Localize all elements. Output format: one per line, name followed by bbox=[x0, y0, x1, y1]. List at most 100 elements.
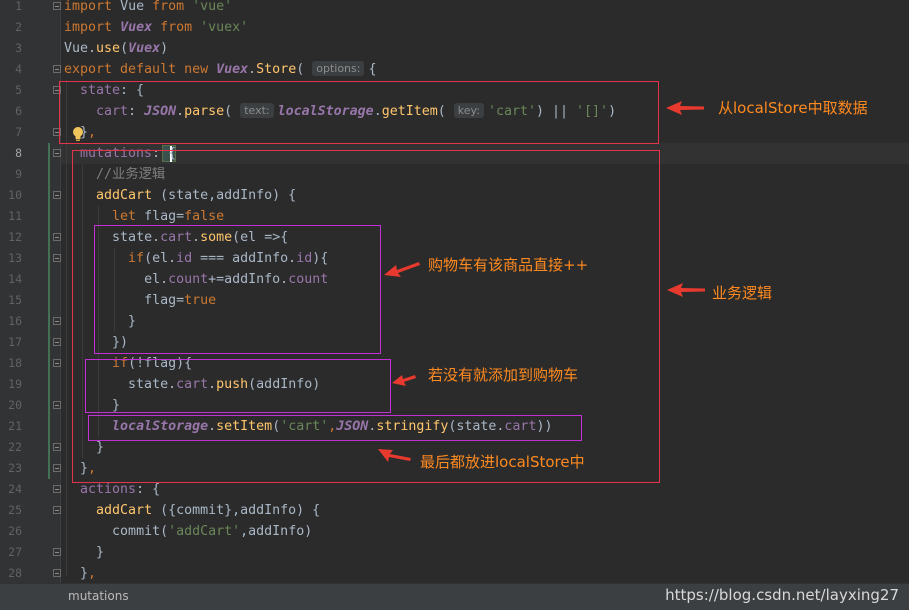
fold-toggle-icon[interactable] bbox=[53, 338, 61, 346]
line-number: 16 bbox=[8, 314, 22, 328]
push-annotation-box bbox=[85, 359, 391, 413]
token: ( bbox=[120, 41, 129, 56]
code-editor[interactable]: 1 2 3 4 5 6 7 8 9 10 11 12 13 14 15 16 1… bbox=[0, 0, 909, 583]
fold-toggle-icon[interactable] bbox=[53, 2, 61, 10]
setitem-annotation-box bbox=[88, 415, 582, 441]
token: Store bbox=[256, 62, 297, 77]
token: 'vue' bbox=[192, 0, 233, 14]
line-number-current: 8 bbox=[15, 146, 22, 160]
token: commit( bbox=[112, 524, 169, 539]
arrow-left-icon bbox=[378, 449, 411, 462]
token: ( bbox=[296, 62, 305, 77]
parameter-hint: options: bbox=[312, 61, 365, 76]
line-number: 13 bbox=[8, 251, 22, 265]
line-number: 12 bbox=[8, 230, 22, 244]
line-number: 22 bbox=[8, 440, 22, 454]
token: Vuex bbox=[216, 62, 249, 77]
fold-toggle-icon[interactable] bbox=[53, 443, 61, 451]
token: 'vuex' bbox=[200, 20, 249, 35]
code-line[interactable]: export default new Vuex.Store( options:{ bbox=[64, 59, 376, 80]
fold-toggle-icon[interactable] bbox=[53, 233, 61, 241]
line-number: 1 bbox=[15, 0, 22, 13]
arrow-left-icon bbox=[666, 101, 704, 115]
token: from bbox=[160, 20, 193, 35]
token: actions bbox=[80, 482, 137, 497]
token: Vue. bbox=[64, 41, 97, 56]
token: : { bbox=[136, 482, 161, 497]
code-line[interactable]: import Vue from 'vue' bbox=[64, 0, 232, 17]
fold-toggle-icon[interactable] bbox=[53, 317, 61, 325]
token: addCart bbox=[96, 503, 153, 518]
breadcrumb[interactable]: mutations bbox=[68, 589, 129, 603]
arrow-left-icon bbox=[384, 262, 420, 277]
token: ) bbox=[160, 41, 169, 56]
fold-toggle-icon[interactable] bbox=[53, 548, 61, 556]
annotation-text: 最后都放进localStore中 bbox=[420, 453, 585, 471]
token: Vue bbox=[120, 0, 145, 14]
annotation-text: 业务逻辑 bbox=[712, 284, 773, 302]
code-line[interactable]: }, bbox=[64, 563, 96, 583]
line-number: 5 bbox=[15, 83, 22, 97]
line-number: 3 bbox=[15, 41, 22, 55]
fold-toggle-icon[interactable] bbox=[53, 401, 61, 409]
annotation-text: 从localStore中取数据 bbox=[718, 99, 868, 117]
token: { bbox=[368, 62, 377, 77]
watermark: https://blog.csdn.net/layxing27 bbox=[665, 586, 899, 604]
line-number: 20 bbox=[8, 398, 22, 412]
line-number: 27 bbox=[8, 545, 22, 559]
some-loop-annotation-box bbox=[94, 225, 381, 354]
token: , bbox=[88, 566, 97, 581]
token: Vuex bbox=[128, 41, 161, 56]
token: 'addCart' bbox=[168, 524, 241, 539]
fold-toggle-icon[interactable] bbox=[53, 359, 61, 367]
token: from bbox=[152, 0, 185, 14]
arrow-left-icon bbox=[392, 375, 416, 386]
fold-toggle-icon[interactable] bbox=[53, 506, 61, 514]
code-line[interactable]: } bbox=[64, 542, 104, 563]
code-line[interactable]: addCart ({commit},addInfo) { bbox=[64, 500, 320, 521]
fold-toggle-icon[interactable] bbox=[53, 485, 61, 493]
annotation-text: 购物车有该商品直接++ bbox=[428, 256, 589, 274]
state-annotation-box bbox=[59, 81, 659, 144]
line-number: 25 bbox=[8, 503, 22, 517]
line-number: 17 bbox=[8, 335, 22, 349]
token: } bbox=[80, 566, 89, 581]
line-number: 9 bbox=[15, 167, 22, 181]
token: . bbox=[248, 62, 257, 77]
line-number: 23 bbox=[8, 461, 22, 475]
fold-toggle-icon[interactable] bbox=[53, 191, 61, 199]
fold-toggle-icon[interactable] bbox=[53, 65, 61, 73]
line-number-gutter: 1 2 3 4 5 6 7 8 9 10 11 12 13 14 15 16 1… bbox=[0, 0, 61, 583]
line-number: 18 bbox=[8, 356, 22, 370]
line-number: 11 bbox=[8, 209, 22, 223]
token: export default new bbox=[64, 62, 209, 77]
token: use bbox=[96, 41, 121, 56]
line-number: 6 bbox=[15, 104, 22, 118]
line-number: 28 bbox=[8, 566, 22, 580]
fold-toggle-icon[interactable] bbox=[53, 569, 61, 577]
fold-toggle-icon[interactable] bbox=[53, 254, 61, 262]
arrow-left-icon bbox=[667, 283, 705, 297]
breadcrumb-bar: mutations https://blog.csdn.net/layxing2… bbox=[0, 583, 909, 610]
line-number: 10 bbox=[8, 188, 22, 202]
token: import bbox=[64, 20, 113, 35]
line-number: 2 bbox=[15, 20, 22, 34]
fold-toggle-icon[interactable] bbox=[53, 149, 61, 157]
annotation-text: 若没有就添加到购物车 bbox=[428, 366, 579, 384]
code-line[interactable]: commit('addCart',addInfo) bbox=[64, 521, 312, 542]
line-number: 15 bbox=[8, 293, 22, 307]
token: Vuex bbox=[120, 20, 153, 35]
code-line[interactable]: Vue.use(Vuex) bbox=[64, 38, 168, 59]
line-number: 24 bbox=[8, 482, 22, 496]
line-number: 14 bbox=[8, 272, 22, 286]
token: } bbox=[96, 545, 105, 560]
token: ({commit},addInfo) { bbox=[152, 503, 321, 518]
line-number: 7 bbox=[15, 125, 22, 139]
line-number: 26 bbox=[8, 524, 22, 538]
line-number: 4 bbox=[15, 62, 22, 76]
fold-toggle-icon[interactable] bbox=[53, 464, 61, 472]
token: ,addInfo) bbox=[240, 524, 313, 539]
line-number: 21 bbox=[8, 419, 22, 433]
vcs-change-marker[interactable] bbox=[48, 143, 50, 479]
code-line[interactable]: import Vuex from 'vuex' bbox=[64, 17, 248, 38]
